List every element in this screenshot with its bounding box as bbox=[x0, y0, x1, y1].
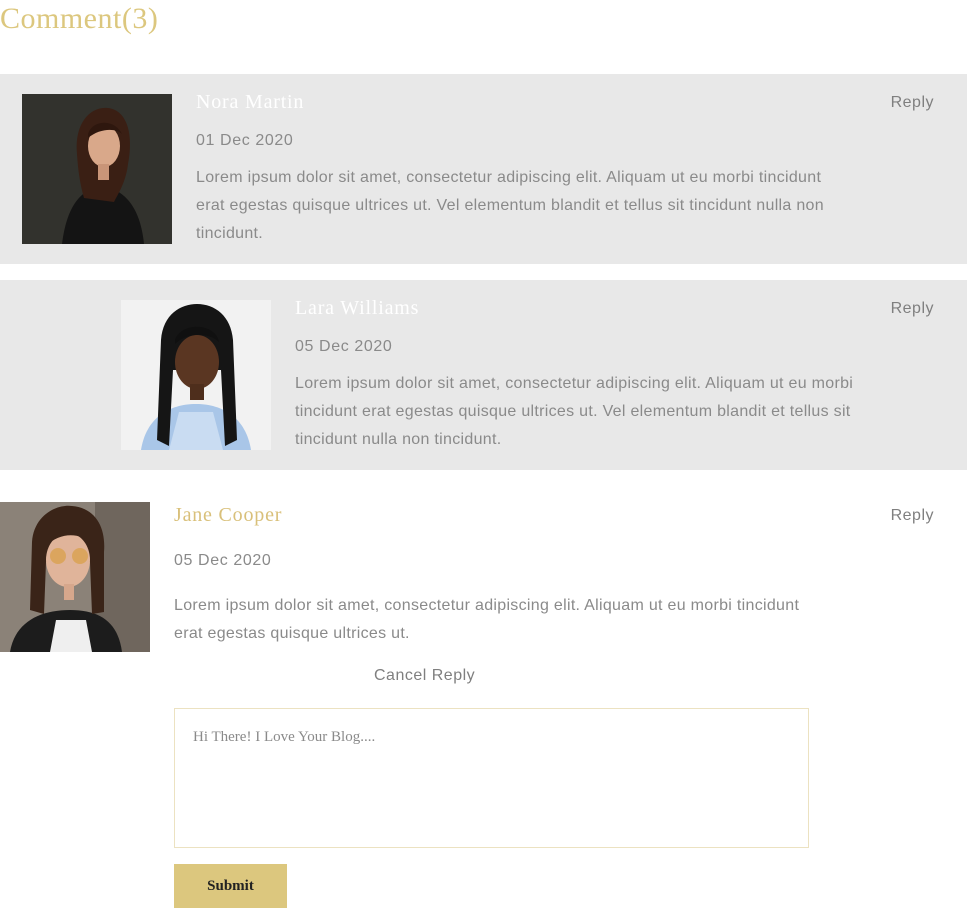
comment-text: Lorem ipsum dolor sit amet, consectetur … bbox=[196, 169, 824, 242]
avatar bbox=[0, 502, 150, 652]
comment-date: 05 Dec 2020 bbox=[174, 552, 272, 569]
comment-item: Jane Cooper Reply 05 Dec 2020 Lorem ipsu… bbox=[0, 502, 967, 662]
comment-author: Jane Cooper bbox=[174, 504, 283, 526]
comment-item: Lara Williams Reply 05 Dec 2020 Lorem ip… bbox=[0, 280, 967, 470]
avatar bbox=[22, 94, 172, 244]
comment-item: Nora Martin Reply 01 Dec 2020 Lorem ipsu… bbox=[0, 74, 967, 264]
comment-text: Lorem ipsum dolor sit amet, consectetur … bbox=[295, 375, 854, 448]
comment-author: Lara Williams bbox=[295, 297, 420, 319]
comments-section: Comment(3) Nora Martin Reply 01 Dec 2020… bbox=[0, 0, 967, 908]
reply-link[interactable]: Reply bbox=[891, 507, 934, 525]
avatar bbox=[121, 300, 271, 450]
reply-textarea[interactable] bbox=[174, 708, 809, 848]
comment-text: Lorem ipsum dolor sit amet, consectetur … bbox=[174, 597, 800, 642]
cancel-reply-link[interactable]: Cancel Reply bbox=[374, 667, 475, 685]
comment-author: Nora Martin bbox=[196, 91, 305, 113]
reply-link[interactable]: Reply bbox=[891, 94, 934, 112]
submit-button[interactable]: Submit bbox=[174, 864, 287, 908]
comment-date: 01 Dec 2020 bbox=[196, 132, 294, 149]
comment-date: 05 Dec 2020 bbox=[295, 338, 393, 355]
reply-link[interactable]: Reply bbox=[891, 300, 934, 318]
comments-heading: Comment(3) bbox=[0, 2, 159, 35]
